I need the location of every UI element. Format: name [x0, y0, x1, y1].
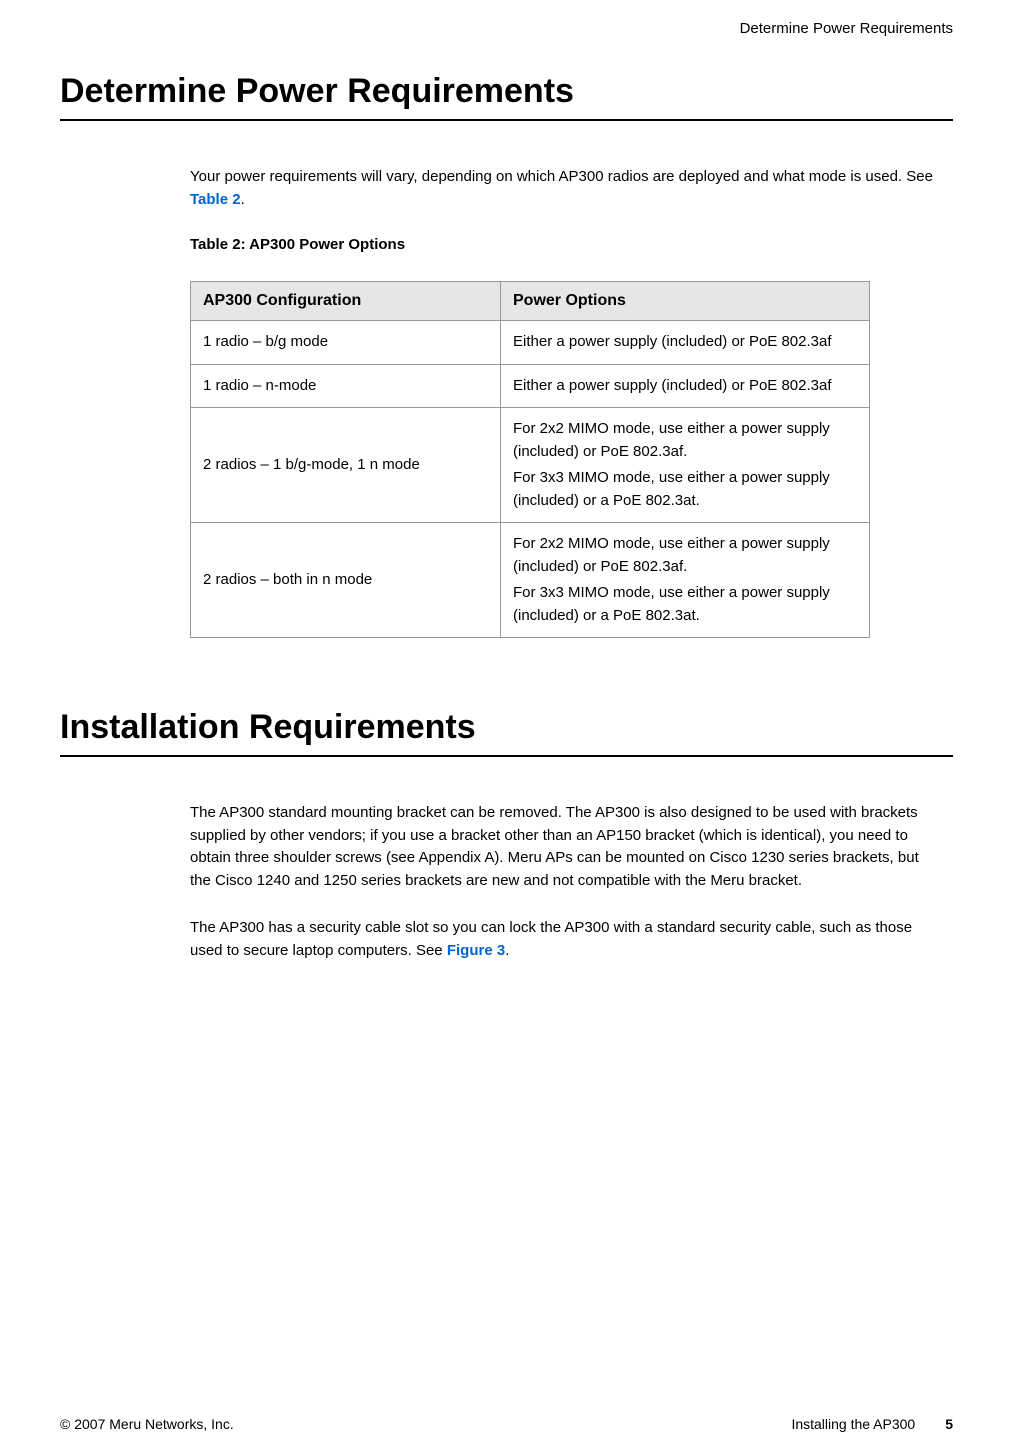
section-divider	[60, 755, 953, 757]
footer-copyright: © 2007 Meru Networks, Inc.	[60, 1416, 234, 1432]
section-title-installation: Installation Requirements	[60, 708, 953, 747]
th-power-options: Power Options	[501, 282, 870, 321]
cell-options-p2: For 3x3 MIMO mode, use either a power su…	[513, 582, 857, 627]
table-caption: Table 2: AP300 Power Options	[190, 236, 933, 253]
installation-para1: The AP300 standard mounting bracket can …	[190, 802, 933, 892]
link-figure-3[interactable]: Figure 3	[447, 942, 505, 959]
running-header: Determine Power Requirements	[60, 20, 953, 37]
page-footer: © 2007 Meru Networks, Inc. Installing th…	[60, 1416, 953, 1432]
footer-page-number: 5	[945, 1416, 953, 1432]
cell-options: Either a power supply (included) or PoE …	[501, 321, 870, 365]
table-row: 2 radios – 1 b/g-mode, 1 n mode For 2x2 …	[191, 408, 870, 523]
table-header-row: AP300 Configuration Power Options	[191, 282, 870, 321]
intro-text: Your power requirements will vary, depen…	[190, 166, 933, 211]
table-row: 1 radio – n-mode Either a power supply (…	[191, 364, 870, 408]
cell-options-p1: For 2x2 MIMO mode, use either a power su…	[513, 418, 857, 463]
cell-options-p2: For 3x3 MIMO mode, use either a power su…	[513, 467, 857, 512]
section-divider	[60, 119, 953, 121]
cell-options: For 2x2 MIMO mode, use either a power su…	[501, 523, 870, 638]
cell-options: For 2x2 MIMO mode, use either a power su…	[501, 408, 870, 523]
cell-config: 2 radios – 1 b/g-mode, 1 n mode	[191, 408, 501, 523]
table-row: 2 radios – both in n mode For 2x2 MIMO m…	[191, 523, 870, 638]
table-row: 1 radio – b/g mode Either a power supply…	[191, 321, 870, 365]
cell-options-p1: For 2x2 MIMO mode, use either a power su…	[513, 533, 857, 578]
th-configuration: AP300 Configuration	[191, 282, 501, 321]
cell-options: Either a power supply (included) or PoE …	[501, 364, 870, 408]
section-power-body: Your power requirements will vary, depen…	[190, 166, 933, 638]
intro-text-after: .	[241, 191, 245, 208]
link-table-2[interactable]: Table 2	[190, 191, 241, 208]
power-options-table: AP300 Configuration Power Options 1 radi…	[190, 281, 870, 638]
section-installation-body: The AP300 standard mounting bracket can …	[190, 802, 933, 962]
installation-para2: The AP300 has a security cable slot so y…	[190, 917, 933, 962]
cell-config: 1 radio – n-mode	[191, 364, 501, 408]
cell-config: 2 radios – both in n mode	[191, 523, 501, 638]
section-title-power: Determine Power Requirements	[60, 72, 953, 111]
footer-doc-name: Installing the AP300	[791, 1416, 915, 1432]
installation-para2-before: The AP300 has a security cable slot so y…	[190, 919, 912, 959]
cell-config: 1 radio – b/g mode	[191, 321, 501, 365]
installation-para2-after: .	[505, 942, 509, 959]
intro-text-before: Your power requirements will vary, depen…	[190, 168, 933, 185]
